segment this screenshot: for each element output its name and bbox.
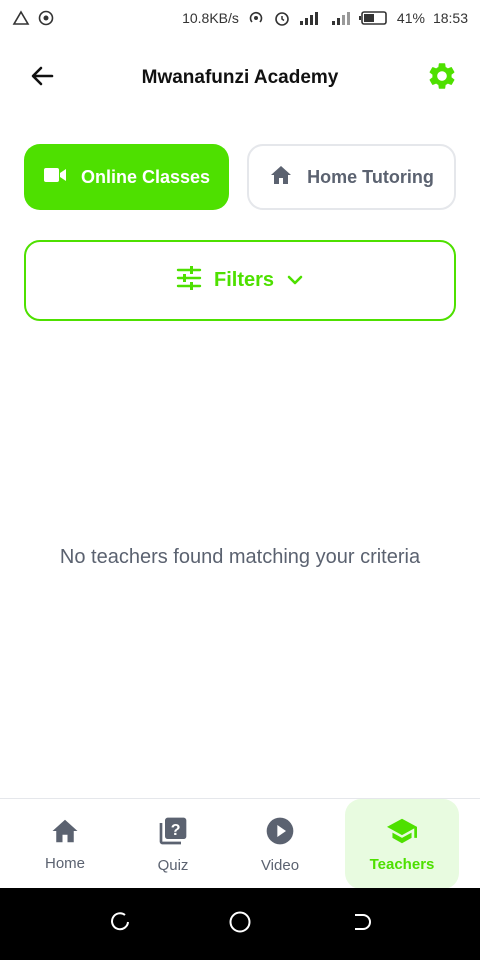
status-right: 10.8KB/s 41% 18:53 bbox=[182, 9, 468, 27]
nav-item-teachers[interactable]: Teachers bbox=[345, 799, 459, 889]
clock: 18:53 bbox=[432, 10, 468, 26]
status-left bbox=[12, 10, 54, 26]
school-icon bbox=[385, 816, 419, 850]
home-tutoring-label: Home Tutoring bbox=[307, 166, 434, 187]
bottom-nav: Home ? Quiz Video Teachers bbox=[0, 798, 480, 889]
recents-icon bbox=[109, 911, 131, 938]
nav-label-home: Home bbox=[44, 854, 85, 872]
app-bar: Mwanafunzi Academy bbox=[0, 48, 480, 108]
filters-label: Filters bbox=[213, 269, 275, 291]
settings-button[interactable] bbox=[426, 62, 458, 94]
status-bar: 10.8KB/s 41% 18:53 bbox=[0, 0, 480, 36]
nav-label-teachers: Teachers bbox=[369, 855, 435, 873]
net-speed: 10.8KB/s bbox=[182, 10, 239, 26]
home-icon bbox=[50, 817, 80, 849]
signal-icon-2 bbox=[331, 10, 351, 26]
quiz-icon: ? bbox=[157, 815, 189, 851]
home-icon bbox=[269, 164, 293, 191]
nav-item-home[interactable]: Home bbox=[10, 799, 120, 889]
online-classes-label: Online Classes bbox=[80, 166, 211, 187]
back-system-button[interactable] bbox=[340, 904, 380, 944]
nav-label-video: Video bbox=[260, 856, 300, 874]
nav-item-quiz[interactable]: ? Quiz bbox=[118, 799, 228, 889]
back-button[interactable] bbox=[26, 62, 58, 94]
battery-percent: 41% bbox=[396, 10, 425, 26]
recents-button[interactable] bbox=[100, 904, 140, 944]
mode-toggle: Online Classes Home Tutoring bbox=[24, 144, 456, 210]
gear-icon bbox=[426, 60, 458, 97]
circle-home-icon bbox=[228, 910, 252, 939]
target-icon bbox=[38, 10, 54, 26]
empty-state-message: No teachers found matching your criteria bbox=[59, 546, 421, 568]
home-tutoring-button[interactable]: Home Tutoring bbox=[247, 144, 456, 210]
chevron-down-icon bbox=[286, 269, 304, 292]
system-nav-bar bbox=[0, 888, 480, 960]
home-system-button[interactable] bbox=[220, 904, 260, 944]
back-gesture-icon bbox=[349, 911, 371, 938]
tune-icon bbox=[176, 265, 202, 296]
nav-item-video[interactable]: Video bbox=[225, 799, 335, 889]
signal-icon bbox=[299, 10, 323, 26]
arrow-left-icon bbox=[28, 62, 56, 95]
warning-triangle-icon bbox=[12, 10, 30, 26]
video-camera-icon bbox=[43, 166, 67, 189]
alarm-icon bbox=[273, 9, 291, 27]
battery-icon bbox=[358, 10, 389, 26]
nav-label-quiz: Quiz bbox=[157, 856, 189, 874]
filters-button[interactable]: Filters bbox=[24, 240, 456, 321]
svg-text:?: ? bbox=[171, 822, 181, 839]
play-icon bbox=[264, 815, 296, 851]
online-classes-button[interactable]: Online Classes bbox=[24, 144, 229, 210]
hotspot-icon bbox=[247, 9, 265, 27]
page-title: Mwanafunzi Academy bbox=[141, 67, 339, 88]
